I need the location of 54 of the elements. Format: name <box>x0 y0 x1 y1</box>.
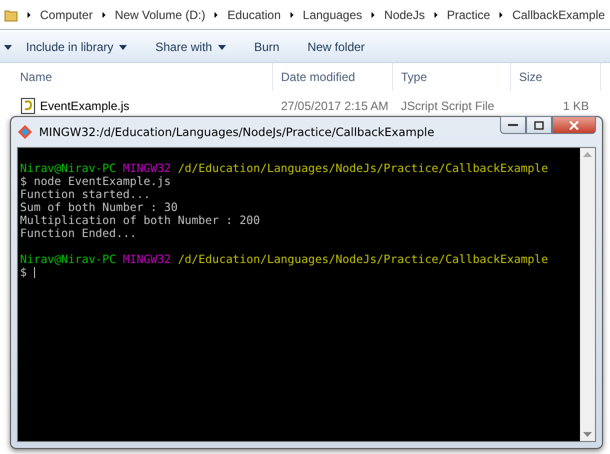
column-header[interactable]: Type <box>393 63 511 91</box>
chevron-icon[interactable] <box>288 10 295 18</box>
close-button[interactable] <box>552 116 596 134</box>
prompt-host: MINGW32 <box>122 162 171 175</box>
chevron-icon[interactable] <box>26 10 32 18</box>
file-name[interactable]: EventExample.js <box>40 99 130 113</box>
maximize-button[interactable] <box>526 116 552 134</box>
column-header[interactable]: Size <box>511 63 601 91</box>
toolbar-button[interactable]: Include in library <box>12 36 142 58</box>
prompt-user: Nirav@Nirav-PC <box>20 253 116 266</box>
chevron-icon[interactable] <box>213 10 220 18</box>
toolbar-button[interactable]: New folder <box>293 36 379 58</box>
chevron-icon[interactable] <box>100 10 107 18</box>
close-icon <box>569 120 579 130</box>
breadcrumb[interactable]: CallbackExample <box>512 8 605 22</box>
caret-icon <box>218 44 226 50</box>
console-text: Function Ended... <box>20 227 137 240</box>
window-title: MINGW32:/d/Education/Languages/NodeJs/Practice/CallbackExample <box>39 125 436 139</box>
breadcrumb[interactable]: New Volume (D:) <box>114 8 206 22</box>
file-date: 27/05/2017 2:15 AM <box>280 99 390 113</box>
breadcrumb[interactable]: Computer <box>40 8 93 22</box>
minimize-button[interactable] <box>500 116 526 134</box>
column-header[interactable]: Date modified <box>273 63 393 91</box>
prompt-host: MINGW32 <box>122 253 171 266</box>
console-text: $ node EventExample.js <box>20 175 171 188</box>
console-text: Sum of both Number : 30 <box>20 201 178 214</box>
diamond-icon <box>17 124 33 140</box>
file-type: JScript Script File <box>400 99 496 113</box>
prompt-path: /d/Education/Languages/NodeJs/Practice/CallbackExample <box>178 162 548 175</box>
breadcrumb[interactable]: NodeJs <box>384 8 425 22</box>
column-header[interactable]: Name <box>0 63 273 91</box>
console-text: Multiplication of both Number : 200 <box>20 214 260 227</box>
console-text: Function started... <box>20 188 150 201</box>
breadcrumb[interactable]: Practice <box>446 8 490 22</box>
chevron-icon[interactable] <box>432 10 439 18</box>
toolbar-button[interactable]: Burn <box>240 36 294 58</box>
toolbar-button[interactable]: Share with <box>141 36 240 58</box>
caret-icon <box>119 44 128 50</box>
file-size: 1 KB <box>562 99 590 113</box>
breadcrumb[interactable]: Education <box>227 8 281 22</box>
caret-icon[interactable] <box>4 44 12 50</box>
script-file-icon <box>20 98 36 114</box>
prompt-user: Nirav@Nirav-PC <box>20 162 116 175</box>
console-text: $ <box>20 266 27 279</box>
folder-icon <box>4 8 18 22</box>
chevron-icon[interactable] <box>498 10 504 18</box>
prompt-path: /d/Education/Languages/NodeJs/Practice/CallbackExample <box>178 253 548 266</box>
text-cursor <box>34 267 35 278</box>
down-arrow-icon[interactable] <box>583 432 592 437</box>
minimize-icon <box>508 123 518 127</box>
chevron-icon[interactable] <box>370 10 376 18</box>
scrollbar[interactable] <box>580 148 595 441</box>
breadcrumb[interactable]: Languages <box>302 8 362 22</box>
maximize-icon <box>534 120 544 130</box>
